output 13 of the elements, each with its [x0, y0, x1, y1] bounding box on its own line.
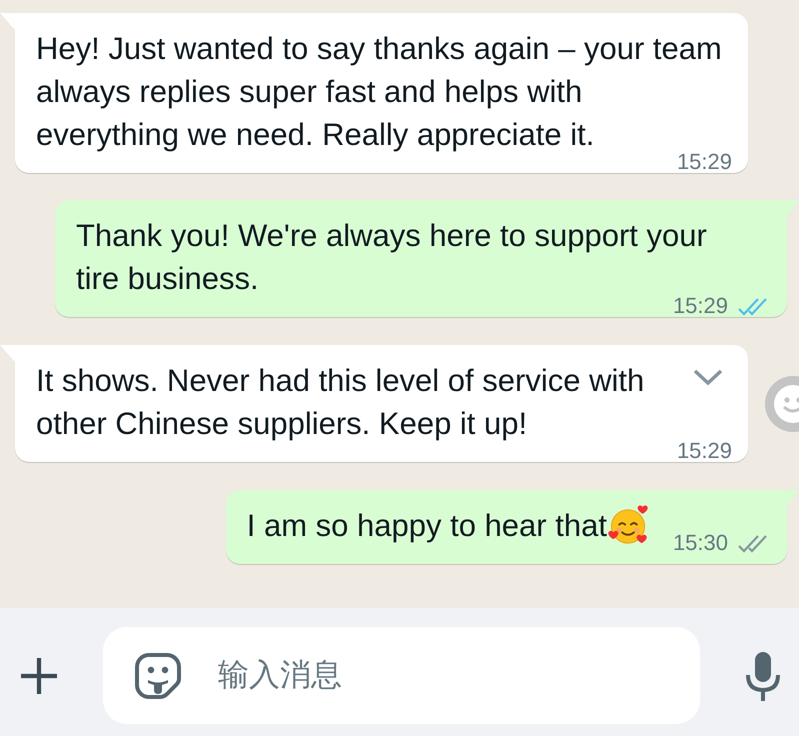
message-text: I am so happy to hear that	[246, 507, 607, 545]
message-text: Thank you! We're always here to support your tire business.	[76, 218, 707, 296]
chevron-down-icon[interactable]	[692, 367, 724, 387]
message-time: 15:29	[676, 152, 732, 172]
message-text: It shows. Never had this level of service with other Chinese suppliers. Keep it up!	[36, 363, 644, 441]
message-time: 15:29	[676, 441, 732, 461]
message-time: 15:29	[672, 296, 728, 316]
message-field[interactable]: 输入消息	[103, 627, 700, 724]
microphone-icon[interactable]	[744, 650, 782, 700]
sticker-icon[interactable]	[135, 652, 181, 700]
message-time: 15:30	[672, 533, 728, 553]
message-text: Hey! Just wanted to say thanks again – your team always replies super fast and helps with everything we need. Really appreciate it.	[36, 31, 722, 152]
message-input[interactable]: 输入消息	[218, 654, 680, 698]
